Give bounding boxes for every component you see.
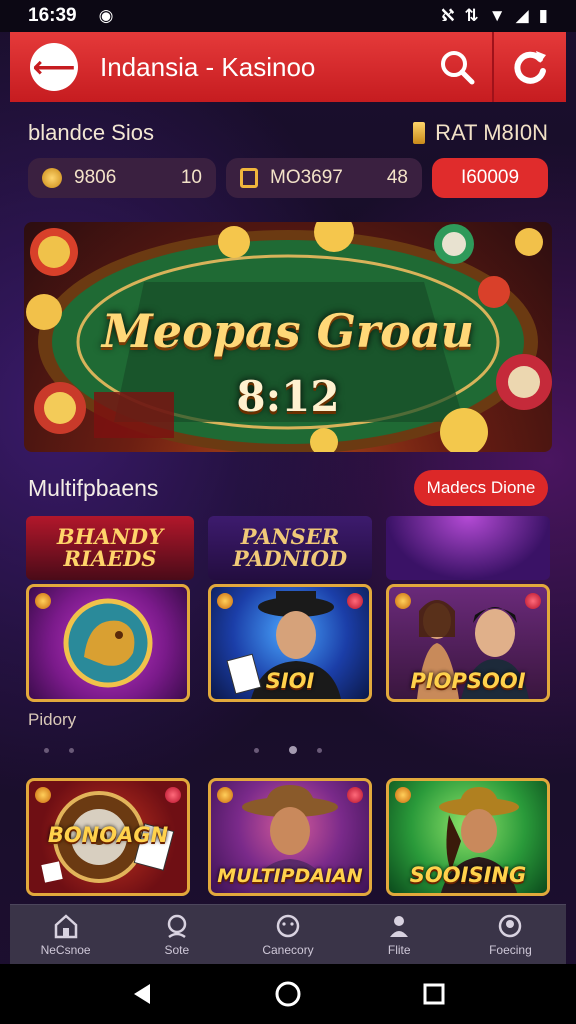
game-tile[interactable]: MULTIPDAIAN [208,778,372,896]
wallet-icon [240,168,258,188]
nav-profile[interactable]: Foecing [455,905,566,964]
system-nav-bar [0,964,576,1024]
bottom-nav: NeCsnoe Sote Canecory Flite Foecing [10,904,566,964]
back-triangle-icon[interactable] [130,982,154,1006]
badge-icon [525,593,541,609]
nav-label: Foecing [489,942,532,957]
badge-icon [165,787,181,803]
rate-info: RAT M8I0N [413,120,548,146]
home-circle-icon[interactable] [274,980,302,1008]
badge-icon [347,593,363,609]
game-title: BONOAGN [47,823,169,847]
balance-header: blandce Sios RAT M8I0N [28,118,548,148]
banner-title: Meopas Groau [101,304,475,358]
wallet-balance-count: 48 [386,167,408,188]
search-icon [167,914,187,938]
game-tile[interactable] [26,584,190,702]
signal-icon: ℵ [440,6,455,25]
coin-balance-value: 9806 [74,167,117,188]
badge-icon [395,787,411,803]
home-icon [54,913,77,938]
badge-icon [35,593,51,609]
search-button[interactable] [422,32,492,102]
game-title: SOOISING [409,863,527,887]
badge-icon [347,787,363,803]
notification-circle-icon: ◉ [98,6,114,25]
nav-label: Flite [387,942,411,957]
rate-label: RAT M8I0N [435,120,548,145]
wallet-balance-pill[interactable]: MO3697 48 [226,158,422,198]
provider-tile-2[interactable]: PANSER PADNIOD [208,516,372,580]
badge-icon [217,593,233,609]
section-caption: Pidory [28,710,77,729]
refresh-bonus-icon [514,51,546,84]
back-button[interactable]: ⟵ [30,43,78,91]
data-icon: ⇅ [464,6,479,25]
nav-label: Sote [164,942,190,957]
carousel-dot[interactable] [44,747,49,753]
carousel-dot[interactable] [317,747,322,753]
coin-balance-count: 10 [180,167,202,188]
game-tile[interactable]: PIOPSOOI [386,584,550,702]
bonus-button[interactable] [492,32,566,102]
nav-label: Canecory [262,942,314,957]
user-icon [390,915,409,937]
app-header: ⟵ Indansia - Kasinoo [10,32,566,102]
coin-balance-pill[interactable]: 9806 10 [28,158,216,198]
status-bar: 16:39 ◉ ℵ ⇅ ▼ ◢ ▮ [0,0,576,32]
balance-pills: 9806 10 MO3697 48 I60009 [28,158,548,198]
banner-subtitle: 8:12 [236,372,340,421]
nav-label: NeCsnoe [40,942,91,957]
lion-emblem-icon [63,598,153,688]
game-title: SIOI [265,669,315,693]
game-title: PIOPSOOI [410,669,526,693]
provider-label: BHANDY RIAEDS [56,524,164,571]
balance-label: blandce Sios [28,120,154,145]
game-tile[interactable]: SIOI [208,584,372,702]
section-title: Multifpbaens [28,474,159,501]
badge-icon [395,593,411,609]
nav-home[interactable]: NeCsnoe [10,905,121,964]
game-tile[interactable]: BONOAGN [26,778,190,896]
rate-icon [413,122,426,144]
battery-icon: ▮ [538,6,548,25]
wifi-icon: ▼ [488,6,506,25]
provider-tile-1[interactable]: BHANDY RIAEDS [26,516,194,580]
recents-square-icon[interactable] [422,982,446,1006]
section-header: Multifpbaens Madecs Dione [28,470,548,506]
smile-icon [276,914,300,937]
deposit-button[interactable]: I60009 [432,158,548,198]
carousel-dot-active[interactable] [289,746,297,754]
nav-search[interactable]: Sote [121,905,232,964]
cell-icon: ◢ [515,6,529,25]
nav-category[interactable]: Canecory [232,905,343,964]
badge-icon [217,787,233,803]
badge-icon [35,787,51,803]
nav-flite[interactable]: Flite [344,905,455,964]
back-arrow-icon: ⟵ [32,50,76,84]
promo-banner[interactable]: Meopas Groau 8:12 [24,222,552,452]
provider-label: PANSER PADNIOD [232,524,348,571]
carousel-dot[interactable] [69,747,74,753]
carousel-dots[interactable] [44,746,322,754]
search-icon [441,51,475,85]
game-tile[interactable]: SOOISING [386,778,550,896]
section-more-button[interactable]: Madecs Dione [414,470,548,506]
status-time: 16:39 [28,5,77,26]
carousel-dot[interactable] [254,747,259,753]
game-title: MULTIPDAIAN [217,865,363,887]
page-title: Indansia - Kasinoo [100,51,316,82]
profile-icon [499,914,522,937]
coin-icon [42,168,62,188]
provider-tile-3[interactable] [386,516,550,580]
wallet-balance-value: MO3697 [270,167,343,188]
